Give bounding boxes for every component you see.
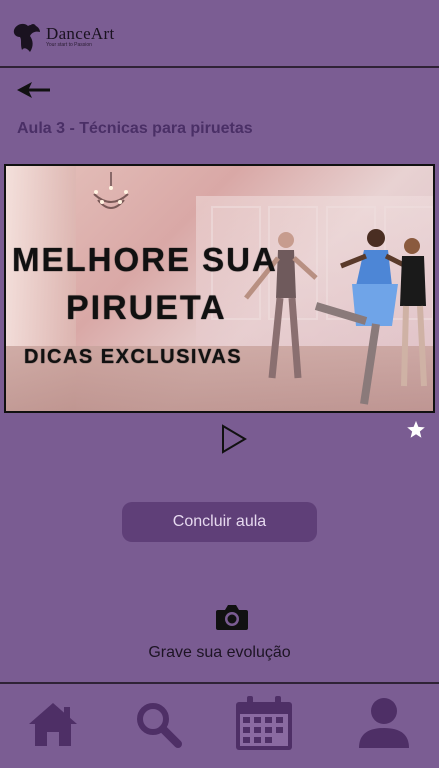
star-icon[interactable]: [405, 419, 427, 441]
profile-icon[interactable]: [356, 696, 412, 750]
dancer-figure: [400, 238, 427, 387]
dancer-logo-icon: [13, 23, 40, 52]
lesson-header: Aula 3 - Técnicas para piruetas: [0, 68, 439, 164]
bottom-navigation: [0, 682, 439, 768]
back-arrow-icon[interactable]: [14, 78, 54, 102]
brand-name: DanceArt: [46, 24, 115, 43]
play-icon[interactable]: [220, 424, 248, 454]
camera-icon[interactable]: [215, 603, 249, 631]
promo-text-line-2: PIRUETA: [66, 289, 227, 327]
brand-tagline: Your start to Passion: [46, 42, 92, 48]
search-icon[interactable]: [134, 700, 182, 748]
lesson-title: Aula 3 - Técnicas para piruetas: [17, 120, 253, 137]
home-icon[interactable]: [27, 700, 79, 748]
video-player[interactable]: MELHORE SUA PIRUETA DICAS EXCLUSIVAS: [4, 164, 435, 413]
promo-text-line-3: DICAS EXCLUSIVAS: [24, 346, 243, 368]
calendar-icon[interactable]: [234, 696, 294, 752]
app-header: DanceArt Your start to Passion: [0, 0, 439, 68]
finish-lesson-button[interactable]: Concluir aula: [122, 502, 317, 542]
chandelier-icon: [93, 172, 129, 209]
record-evolution-label: Grave sua evolução: [148, 644, 291, 661]
dancer-figure: [314, 229, 406, 405]
promo-text-line-1: MELHORE SUA: [12, 241, 278, 278]
